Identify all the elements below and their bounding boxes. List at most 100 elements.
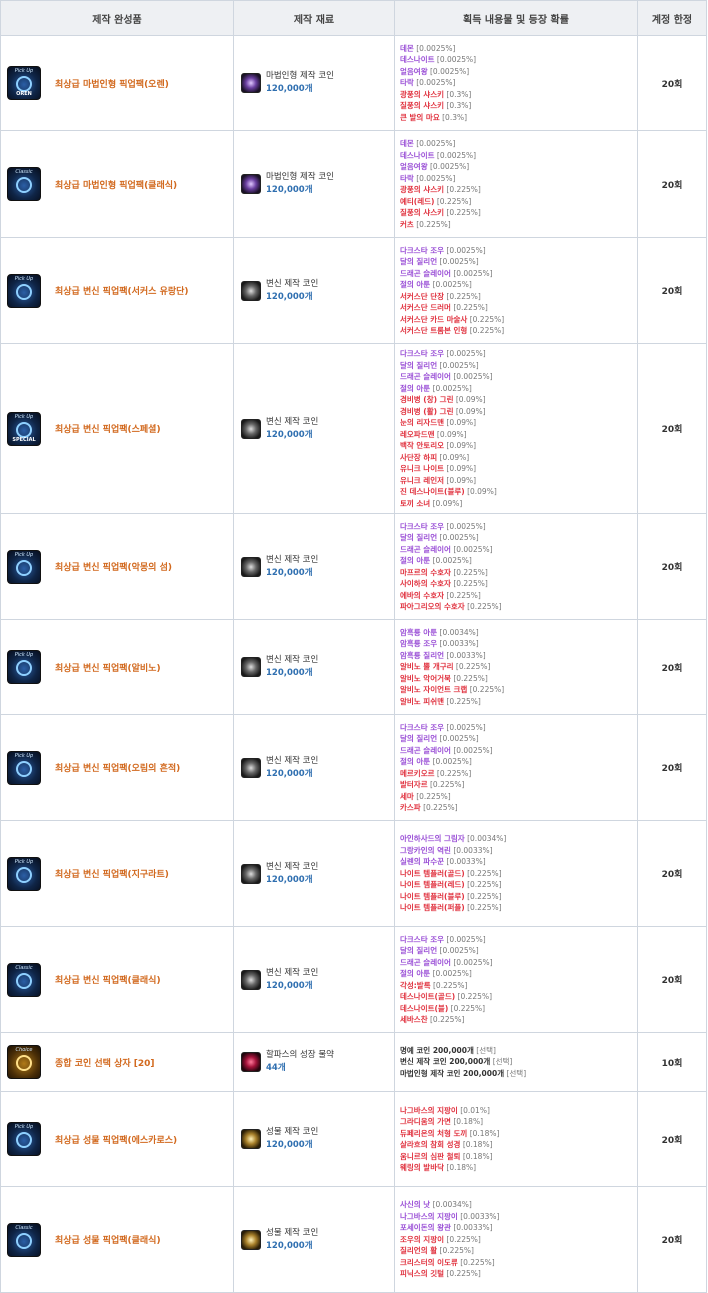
list-item: 토끼 소녀 [0.09%]: [400, 498, 637, 510]
list-item: 나이트 템플러(골드) [0.225%]: [400, 868, 637, 880]
list-item: 커츠 [0.225%]: [400, 219, 637, 231]
list-item: 알비노 피쉬맨 [0.225%]: [400, 696, 637, 708]
material-name: 변신 제작 코인: [266, 416, 319, 427]
item-probability: [0.09%]: [446, 464, 477, 473]
item-probability: [0.225%]: [446, 590, 481, 600]
list-item: 나그바스의 지팡이 [0.01%]: [400, 1105, 637, 1117]
classic-icon: Classic: [7, 1222, 41, 1257]
product-name[interactable]: 최상급 마법인형 픽업팩(클래식): [55, 178, 177, 191]
pickup-oren-icon: Pick Up OREN: [7, 66, 41, 100]
material-cell: 변신 제작 코인 120,000개: [233, 820, 395, 927]
product-name[interactable]: 최상급 변신 픽업팩(서커스 유랑단): [55, 284, 189, 297]
item-probability: [0.0025%]: [446, 722, 486, 732]
icon-top-label: Classic: [15, 1224, 33, 1231]
polymorph-coin-icon: [241, 863, 261, 884]
item-name: 데몬: [400, 139, 414, 148]
material-cell: 마법인형 제작 코인 120,000개: [233, 130, 395, 238]
list-item: 달의 질리언 [0.0025%]: [400, 256, 637, 268]
polymorph-coin-icon: [241, 969, 261, 990]
item-probability: [0.18%]: [453, 1117, 483, 1126]
product-name[interactable]: 최상급 변신 픽업팩(지구라트): [55, 867, 169, 880]
item-probability: [0.0033%]: [453, 845, 493, 855]
item-name: 드래곤 슬레이어: [400, 372, 451, 381]
polymorph-coin-icon: [241, 757, 261, 778]
item-probability: [0.0025%]: [432, 969, 472, 978]
list-item: 암흑룡 질리언 [0.0033%]: [400, 650, 637, 662]
item-name: 나이트 템플러(블루): [400, 891, 465, 901]
list-item: 진 데스나이트(블루) [0.09%]: [400, 486, 637, 498]
item-probability: [0.225%]: [446, 1269, 481, 1279]
icon-top-label: Pick Up: [14, 68, 34, 74]
items-cell: 다크스타 조우 [0.0025%] 달의 질리언 [0.0025%] 드래곤 슬레이…: [394, 714, 638, 821]
item-probability: [0.225%]: [416, 791, 451, 801]
items-cell: 다크스타 조우 [0.0025%] 달의 질리언 [0.0025%] 드래곤 슬레이…: [394, 513, 638, 620]
item-name: 달의 질리언: [400, 533, 438, 542]
product-name[interactable]: 최상급 변신 픽업팩(악몽의 섬): [55, 560, 172, 573]
item-name: 달의 질리언: [400, 734, 438, 743]
product-name[interactable]: 최상급 변신 픽업팩(오림의 흔적): [55, 761, 180, 774]
item-probability: [0.225%]: [455, 662, 491, 672]
item-probability: [0.0033%]: [446, 650, 486, 660]
table-row: Pick Up 최상급 변신 픽업팩(서커스 유랑단) 변신 제작 코인 120,00…: [0, 237, 707, 344]
item-probability: [0.225%]: [457, 992, 492, 1001]
item-name: 카스파: [400, 803, 421, 812]
limit-cell: 20회: [637, 35, 707, 131]
material-cell: 변신 제작 코인 120,000개: [233, 926, 395, 1033]
product-name[interactable]: 최상급 변신 픽업팩(알비노): [55, 661, 161, 674]
item-probability: [0.09%]: [446, 475, 477, 485]
list-item: 눈의 리자드맨 [0.09%]: [400, 417, 637, 429]
material-cell: 성물 제작 코인 120,000개: [233, 1186, 395, 1293]
product-name[interactable]: 최상급 변신 픽업팩(클래식): [55, 973, 161, 986]
list-item: 나이트 템플러(레드) [0.225%]: [400, 879, 637, 891]
header-limit: 계정 한정: [637, 0, 707, 36]
item-name: 나이트 템플러(레드): [400, 880, 465, 890]
list-item: 타락 [0.0025%]: [400, 173, 637, 185]
list-item: 메르키오르 [0.225%]: [400, 768, 637, 780]
item-name: 드래곤 슬레이어: [400, 268, 451, 278]
header-material: 제작 재료: [233, 0, 395, 36]
pickup-circus-icon: Pick Up: [7, 273, 41, 308]
item-name: 에바의 수호자: [400, 590, 445, 600]
limit-cell: 20회: [637, 619, 707, 715]
table-row: Pick Up 최상급 변신 픽업팩(악몽의 섬) 변신 제작 코인 120,000개…: [0, 513, 707, 620]
material-quantity: 120,000개: [266, 429, 313, 440]
item-name: 큰 발의 마요: [400, 112, 440, 122]
material-quantity: 44개: [266, 1063, 286, 1073]
item-probability: [0.225%]: [467, 880, 502, 890]
item-name: 나이트 템플러(골드): [400, 868, 465, 878]
item-name: 사신의 낫: [400, 1200, 431, 1210]
item-name: 절의 아툰: [400, 280, 431, 289]
item-probability: [0.225%]: [416, 219, 451, 229]
item-probability: [0.0025%]: [446, 245, 486, 255]
list-item: 크리스터의 이도류 [0.225%]: [400, 1257, 637, 1269]
list-item: 큰 발의 마요 [0.3%]: [400, 112, 637, 124]
item-probability: [0.0025%]: [453, 268, 493, 278]
list-item: 나이트 템플러(블루) [0.225%]: [400, 891, 637, 903]
product-name[interactable]: 최상급 성물 픽업팩(클래식): [55, 1233, 161, 1246]
list-item: 드래곤 슬레이어 [0.0025%]: [400, 745, 637, 757]
list-item: 살라흐의 참회 성경 [0.18%]: [400, 1139, 637, 1151]
header-row: 제작 완성품 제작 재료 획득 내용물 및 등장 확률 계정 한정: [0, 0, 707, 36]
item-name: 달의 질리언: [400, 257, 438, 266]
product-name[interactable]: 최상급 변신 픽업팩(스페셜): [55, 422, 161, 435]
item-name: 데스나이트(골드): [400, 992, 456, 1001]
list-item: 나그바스의 지팡이 [0.0033%]: [400, 1211, 637, 1223]
item-name: 웨링의 발바닥: [400, 1163, 445, 1172]
product-cell: Pick Up 최상급 변신 픽업팩(오림의 흔적): [0, 714, 234, 821]
product-name[interactable]: 최상급 성물 픽업팩(에스카로스): [55, 1133, 177, 1146]
list-item: 데몬 [0.0025%]: [400, 43, 637, 55]
product-name[interactable]: 최상급 마법인형 픽업팩(오렌): [55, 77, 169, 90]
item-name: 드래곤 슬레이어: [400, 544, 451, 554]
item-name: 암흑룡 아툰: [400, 627, 438, 637]
list-item: 서커스단 카드 마술사 [0.225%]: [400, 314, 637, 326]
item-probability: [0.0025%]: [453, 544, 493, 554]
list-item: 사이하의 수호자 [0.225%]: [400, 578, 637, 590]
product-name[interactable]: 종합 코인 선택 상자 [20]: [55, 1056, 155, 1069]
item-name: 경비병 (창) 그린: [400, 395, 454, 404]
list-item: 다크스타 조우 [0.0025%]: [400, 245, 637, 257]
items-cell: 암흑룡 아툰 [0.0034%] 암흑룡 조우 [0.0033%] 암흑룡 질리언 …: [394, 619, 638, 715]
item-probability: [0.225%]: [453, 303, 488, 312]
item-probability: [0.225%]: [446, 185, 481, 194]
item-name: 피닉스의 깃털: [400, 1269, 445, 1279]
item-name: 조우의 지팡이: [400, 1234, 445, 1244]
